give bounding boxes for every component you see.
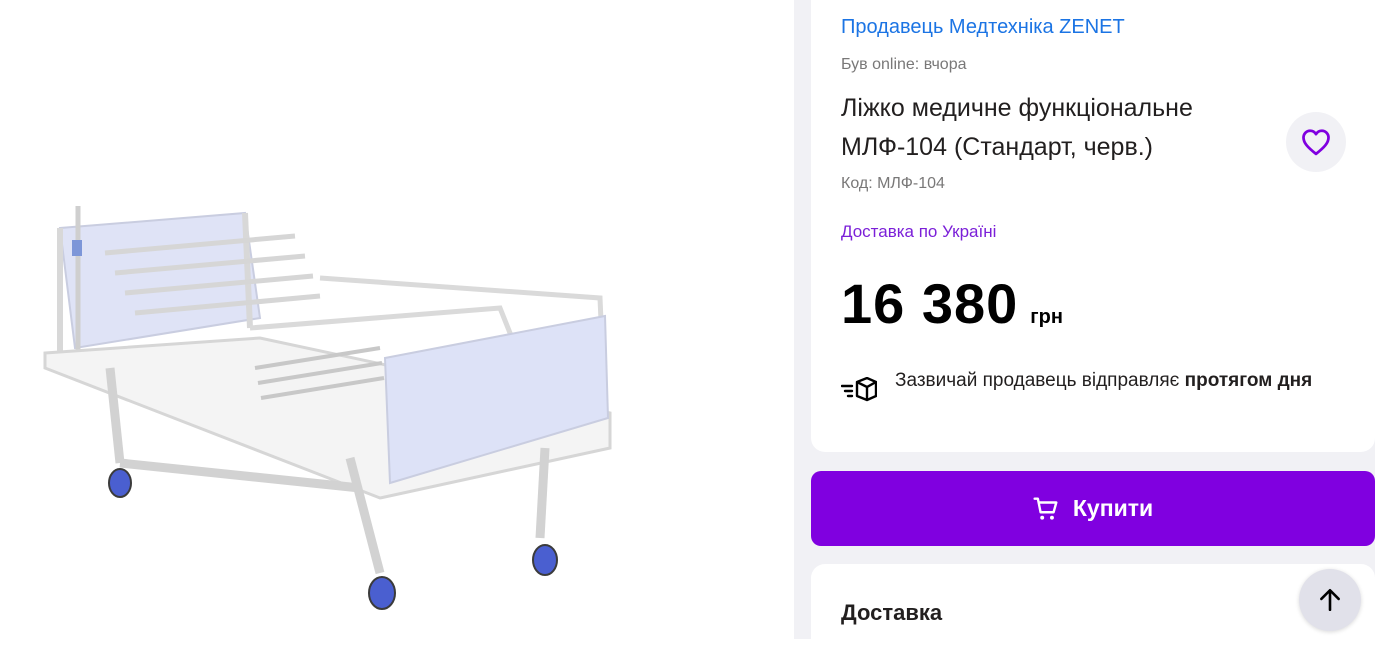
product-info-card: Продавець Медтехніка ZENET Був online: в… (811, 0, 1375, 452)
heart-icon (1302, 129, 1330, 156)
shipping-note-bold: протягом дня (1184, 370, 1313, 391)
cart-icon (1033, 497, 1058, 520)
arrow-up-icon (1320, 588, 1340, 612)
product-code: Код: МЛФ-104 (841, 175, 945, 192)
product-image[interactable] (20, 198, 640, 628)
delivery-section: Доставка (811, 564, 1375, 664)
shipping-note: Зазвичай продавець відправляє протягом д… (895, 366, 1335, 396)
box-fast-icon (841, 377, 877, 402)
delivery-section-title: Доставка (841, 600, 943, 625)
price-value: 16 380 (841, 272, 1019, 335)
shipping-note-regular: Зазвичай продавець відправляє (895, 370, 1185, 391)
scroll-to-top-button[interactable] (1299, 569, 1361, 631)
price-currency: грн (1030, 306, 1063, 328)
price-block: 16 380 грн (841, 271, 1063, 336)
delivery-ukraine-link[interactable]: Доставка по Україні (841, 222, 996, 242)
buy-button-label: Купити (1072, 495, 1154, 521)
buy-button[interactable]: Купити (811, 471, 1375, 546)
favorite-button[interactable] (1286, 112, 1346, 172)
product-gallery (0, 0, 794, 639)
seller-online-status: Був online: вчора (841, 56, 967, 73)
product-sidebar: Продавець Медтехніка ZENET Був online: в… (794, 0, 1375, 664)
seller-link[interactable]: Продавець Медтехніка ZENET (841, 16, 1125, 39)
product-title: Ліжко медичне функціональне МЛФ-104 (Ста… (841, 94, 1193, 161)
